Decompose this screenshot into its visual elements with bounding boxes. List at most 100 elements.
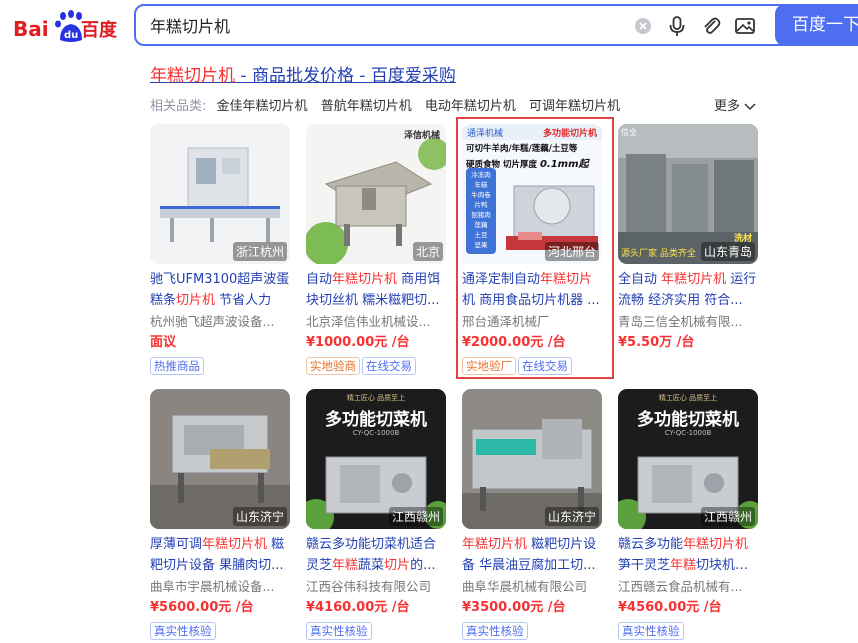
product-price: ¥3500.00元 /台 [462, 600, 566, 615]
title-keyword: 年糕切片机 [462, 537, 528, 552]
location-tag: 江西赣州 [388, 507, 443, 526]
title-text: 节省人力 [215, 293, 272, 308]
image-model: CY-QC-1000B [352, 429, 400, 437]
badge[interactable]: 真实性核验 [150, 622, 216, 640]
badge[interactable]: 热推商品 [150, 357, 204, 375]
product-title[interactable]: 赣云多功能切菜机适合灵芝年糕蔬菜切片的... [306, 534, 446, 576]
location-tag: 江西赣州 [700, 507, 755, 526]
product-image[interactable]: 泽信机械 北京 [306, 124, 446, 264]
result-title-link[interactable]: 年糕切片机 - 商品批发价格 - 百度爱采购 [150, 61, 456, 86]
microphone-icon[interactable] [666, 15, 688, 37]
highlight-frame [456, 117, 614, 379]
title-text: 蔬菜 [358, 558, 385, 573]
product-price: ¥4160.00元 /台 [306, 600, 410, 615]
baidu-logo[interactable]: Bai du 百度 [13, 8, 119, 44]
title-keyword: 切片机 [176, 293, 216, 308]
product-title[interactable]: 赣云多功能年糕切片机 笋干灵芝年糕切块机器 ... [618, 534, 758, 576]
company-name[interactable]: 杭州驰飞超声波设备... [150, 311, 290, 332]
title-text: 自动 [306, 272, 333, 287]
title-keyword: 年糕 [670, 558, 697, 573]
product-image[interactable]: 精工匠心 品质至上 多功能切菜机 CY-QC-1000B 江西赣州 [618, 389, 758, 529]
company-name[interactable]: 江西赣云食品机械有... [618, 576, 758, 597]
svg-text:du: du [64, 30, 78, 41]
badge-row: 真实性核验 [150, 620, 290, 640]
search-button[interactable]: 百度一下 [775, 4, 858, 46]
clear-icon[interactable] [632, 15, 654, 37]
chevron-down-icon [744, 102, 756, 110]
image-slogan: 精工匠心 品质至上 [658, 394, 718, 402]
location-tag: 北京 [412, 242, 443, 261]
badge-row [618, 355, 758, 374]
product-card[interactable]: 信全 洗材 源头厂家 品类齐全 山东青岛 全自动 年糕切片机 运行流畅 经济实用… [618, 124, 758, 374]
product-card[interactable]: 精工匠心 品质至上 多功能切菜机 CY-QC-1000B 江西赣州 赣云多功能年… [618, 389, 758, 640]
company-name[interactable]: 北京泽信伟业机械设... [306, 311, 446, 332]
product-card[interactable]: 泽信机械 北京 自动年糕切片机 商用饵块切丝机 糯米糍粑切... 北京泽信伟业机… [306, 124, 446, 375]
product-card[interactable]: 山东济宁 厚薄可调年糕切片机 糍粑切片设备 果脯肉切... 曲阜市宇晨机械设备.… [150, 389, 290, 640]
badge[interactable]: 真实性核验 [462, 622, 528, 640]
product-title[interactable]: 厚薄可调年糕切片机 糍粑切片设备 果脯肉切... [150, 534, 290, 576]
title-text: 全自动 [618, 272, 662, 287]
product-card[interactable]: 浙江杭州 驰飞UFM3100超声波蛋糕条切片机 节省人力 杭州驰飞超声波设备..… [150, 124, 290, 375]
related-link[interactable]: 电动年糕切片机 [425, 99, 516, 114]
location-tag: 山东青岛 [700, 242, 755, 261]
company-name[interactable]: 曲阜市宇晨机械设备... [150, 576, 290, 597]
svg-text:Bai: Bai [13, 17, 49, 41]
company-name[interactable]: 曲阜华晨机械有限公司 [462, 576, 602, 597]
product-price: ¥1000.00元 /台 [306, 335, 410, 350]
company-name[interactable]: 江西谷伟科技有限公司 [306, 576, 446, 597]
badge-row: 实地验商 在线交易 [306, 355, 446, 375]
title-keyword: 切片 [384, 558, 411, 573]
search-input[interactable] [150, 6, 630, 44]
title-keyword: 年糕 [332, 558, 359, 573]
title-keyword: 年糕切片机 [661, 272, 727, 287]
badge-row: 真实性核验 [618, 620, 758, 640]
product-price: ¥4560.00元 /台 [618, 600, 722, 615]
location-tag: 山东济宁 [544, 507, 599, 526]
related-label: 相关品类: [150, 99, 207, 114]
image-slogan: 精工匠心 品质至上 [346, 394, 406, 402]
related-link[interactable]: 金佳年糕切片机 [217, 99, 308, 114]
result-title-rest: - 商品批发价格 - 百度爱采购 [235, 66, 456, 86]
product-image[interactable]: 山东济宁 [462, 389, 602, 529]
company-name[interactable]: 青岛三信全机械有限... [618, 311, 758, 332]
more-button[interactable]: 更多 [714, 95, 756, 114]
badge[interactable]: 真实性核验 [618, 622, 684, 640]
badge-row: 真实性核验 [306, 620, 446, 640]
image-title: 多功能切菜机 [325, 410, 427, 430]
title-text: 赣云多功能 [618, 537, 684, 552]
related-categories: 相关品类: 金佳年糕切片机 普航年糕切片机 电动年糕切片机 可调年糕切片机 [150, 95, 629, 114]
product-title[interactable]: 驰飞UFM3100超声波蛋糕条切片机 节省人力 [150, 269, 290, 311]
more-label: 更多 [714, 99, 741, 114]
result-title-highlight: 年糕切片机 [150, 66, 235, 86]
baidu-logo-graphic: Bai du 百度 [13, 10, 118, 42]
image-model: CY-QC-1000B [664, 429, 712, 437]
product-title[interactable]: 年糕切片机 糍粑切片设备 华晨油豆腐加工切... [462, 534, 602, 576]
badge[interactable]: 真实性核验 [306, 622, 372, 640]
image-title: 多功能切菜机 [637, 410, 739, 430]
image-brand-text: 泽信机械 [403, 131, 440, 141]
paw-icon: du [55, 10, 82, 42]
badge[interactable]: 在线交易 [362, 357, 416, 375]
related-link[interactable]: 普航年糕切片机 [321, 99, 412, 114]
title-keyword: 年糕切片机 [332, 272, 398, 287]
location-tag: 浙江杭州 [232, 242, 287, 261]
product-title[interactable]: 全自动 年糕切片机 运行流畅 经济实用 符合... [618, 269, 758, 311]
product-image[interactable]: 信全 洗材 源头厂家 品类齐全 山东青岛 [618, 124, 758, 264]
svg-text:百度: 百度 [81, 19, 118, 41]
product-price: ¥5.50万 /台 [618, 335, 695, 350]
product-image[interactable]: 浙江杭州 [150, 124, 290, 264]
attachment-icon[interactable] [700, 15, 722, 37]
product-price: ¥5600.00元 /台 [150, 600, 254, 615]
title-keyword: 年糕切片机 [683, 537, 749, 552]
related-link[interactable]: 可调年糕切片机 [529, 99, 620, 114]
product-image[interactable]: 精工匠心 品质至上 多功能切菜机 CY-QC-1000B 江西赣州 [306, 389, 446, 529]
image-search-icon[interactable] [734, 15, 756, 37]
product-image[interactable]: 山东济宁 [150, 389, 290, 529]
search-box [134, 4, 858, 46]
badge-row: 热推商品 [150, 355, 290, 375]
product-card[interactable]: 山东济宁 年糕切片机 糍粑切片设备 华晨油豆腐加工切... 曲阜华晨机械有限公司… [462, 389, 602, 640]
badge[interactable]: 实地验商 [306, 357, 360, 375]
product-title[interactable]: 自动年糕切片机 商用饵块切丝机 糯米糍粑切... [306, 269, 446, 311]
product-card[interactable]: 精工匠心 品质至上 多功能切菜机 CY-QC-1000B 江西赣州 赣云多功能切… [306, 389, 446, 640]
location-tag: 山东济宁 [232, 507, 287, 526]
